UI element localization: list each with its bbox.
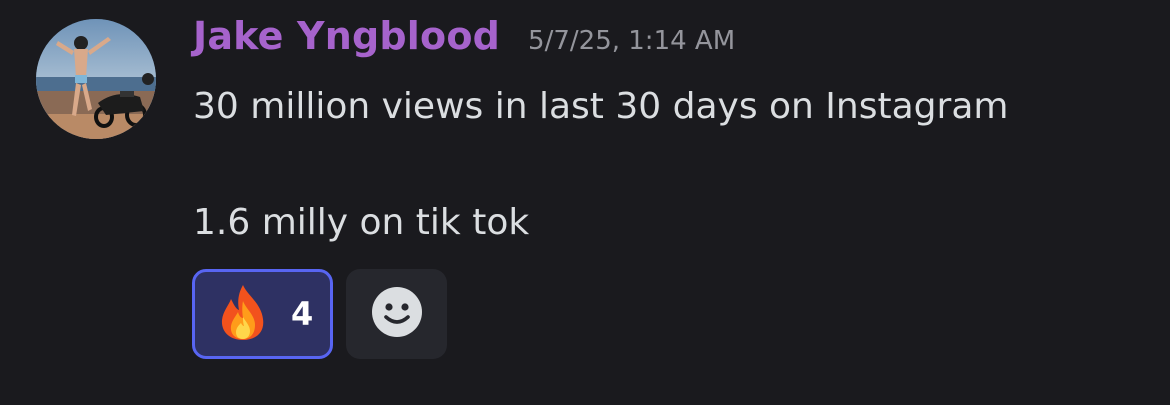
message-content: 30 million views in last 30 days on Inst… — [193, 78, 1008, 252]
username[interactable]: Jake Yngblood — [193, 14, 500, 58]
fire-icon — [217, 283, 269, 345]
chat-message: Jake Yngblood 5/7/25, 1:14 AM 30 million… — [0, 0, 1170, 405]
timestamp[interactable]: 5/7/25, 1:14 AM — [528, 26, 735, 56]
smiley-face-icon — [371, 286, 423, 342]
avatar[interactable] — [36, 19, 156, 139]
message-line-blank — [193, 136, 1008, 194]
add-reaction-button[interactable] — [346, 269, 447, 359]
reaction-fire-button[interactable]: 4 — [192, 269, 333, 359]
avatar-photo — [36, 19, 156, 139]
message-line: 1.6 milly on tik tok — [193, 202, 530, 243]
message-header: Jake Yngblood 5/7/25, 1:14 AM — [193, 14, 735, 66]
message-line: 30 million views in last 30 days on Inst… — [193, 86, 1009, 127]
reaction-count: 4 — [291, 295, 314, 333]
reactions-bar: 4 — [192, 269, 447, 359]
